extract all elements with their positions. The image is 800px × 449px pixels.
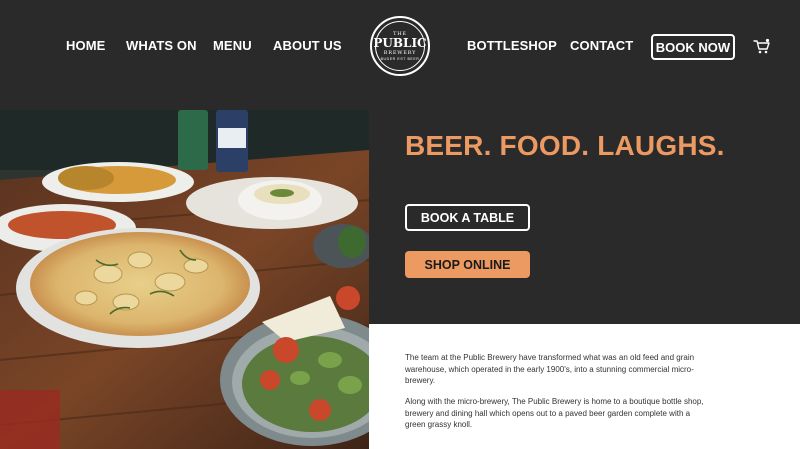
shop-online-button[interactable]: SHOP ONLINE (405, 251, 530, 278)
hero-headline: BEER. FOOD. LAUGHS. (405, 130, 725, 161)
nav-whats-on-link[interactable]: WHATS ON (126, 38, 197, 53)
logo-main-text: PUBLIC (373, 35, 427, 50)
about-paragraph-2: Along with the micro-brewery, The Public… (405, 397, 704, 429)
brand-logo[interactable]: THE PUBLIC BREWERY BUDER EST BEER (370, 16, 430, 76)
top-navigation: HOME WHATS ON MENU ABOUT US THE PUBLIC B… (0, 0, 800, 110)
nav-contact-link[interactable]: CONTACT (570, 38, 633, 53)
cart-icon[interactable] (753, 38, 771, 56)
book-now-button[interactable]: BOOK NOW (651, 34, 735, 60)
nav-menu-link[interactable]: MENU (213, 38, 252, 53)
book-a-table-button[interactable]: BOOK A TABLE (405, 204, 530, 231)
food-table-image (0, 110, 369, 449)
about-paragraph-1: The team at the Public Brewery have tran… (405, 353, 695, 385)
hero-panel: BEER. FOOD. LAUGHS. BOOK A TABLE SHOP ON… (369, 110, 800, 324)
nav-bottleshop-link[interactable]: BOTTLESHOP (467, 38, 557, 53)
about-section: The team at the Public Brewery have tran… (369, 324, 800, 449)
nav-about-us-link[interactable]: ABOUT US (273, 38, 342, 53)
logo-tagline: BUDER EST BEER (380, 56, 420, 61)
food-photo (0, 110, 369, 449)
nav-home-link[interactable]: HOME (66, 38, 105, 53)
